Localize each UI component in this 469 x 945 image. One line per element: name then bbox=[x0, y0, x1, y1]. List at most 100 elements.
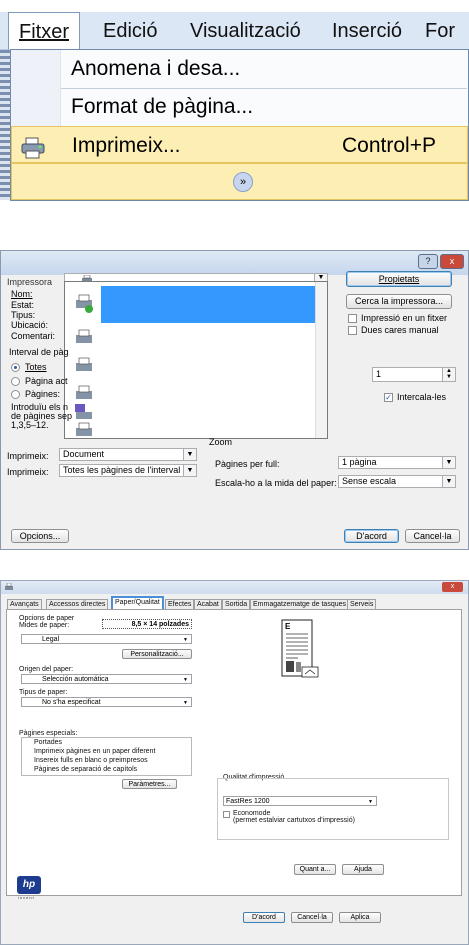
list-item[interactable]: Portades bbox=[34, 739, 62, 746]
chevron-down-icon: ▼ bbox=[368, 799, 373, 805]
scale-select[interactable]: Sense escala ▼ bbox=[338, 475, 456, 488]
range-all-radio[interactable] bbox=[11, 363, 20, 372]
paper-options-label: Opcions de paper bbox=[19, 615, 75, 622]
paper-source-value: Selección automática bbox=[42, 676, 109, 683]
location-label: Ubicació: bbox=[11, 320, 49, 330]
range-current-radio[interactable] bbox=[11, 377, 20, 386]
cancel-button-label: Cancel·la bbox=[413, 531, 452, 541]
chevron-double-down-icon: » bbox=[233, 172, 253, 192]
menu-file[interactable]: Fitxer bbox=[8, 12, 80, 52]
status-label: Estat: bbox=[11, 300, 35, 310]
print-label: Imprimeix: bbox=[7, 467, 49, 477]
zoom-group-label: Zoom bbox=[209, 437, 233, 447]
properties-titlebar: x bbox=[1, 581, 468, 594]
menu-format[interactable]: For bbox=[425, 12, 455, 50]
chevron-down-icon: ▼ bbox=[442, 476, 455, 487]
list-item[interactable]: Imprimeix pàgines en un paper diferent bbox=[34, 748, 155, 755]
menu-view-label: Visualització bbox=[190, 20, 301, 42]
properties-button[interactable]: Propietats bbox=[346, 271, 452, 287]
range-current-label: Pàgina act bbox=[25, 376, 68, 386]
printer-list-scrollbar[interactable] bbox=[315, 282, 327, 438]
printer-list-selected-row[interactable] bbox=[101, 286, 315, 323]
print-quality-select[interactable]: FastRes 1200 ▼ bbox=[223, 796, 377, 806]
menu-insert[interactable]: Inserció bbox=[332, 12, 402, 50]
pages-per-sheet-select[interactable]: 1 pàgina ▼ bbox=[338, 456, 456, 469]
menu-save-as[interactable]: Anomena i desa... bbox=[11, 50, 468, 87]
about-button[interactable]: Quant a... bbox=[294, 864, 336, 875]
paper-source-select[interactable]: Selección automática ▼ bbox=[21, 674, 192, 684]
collate-checkbox[interactable]: ✓ bbox=[384, 393, 393, 402]
custom-size-button[interactable]: Personalització... bbox=[122, 649, 192, 659]
chevron-down-icon: ▼ bbox=[183, 677, 188, 683]
range-all-label: Totes bbox=[25, 362, 47, 372]
range-pages-radio[interactable] bbox=[11, 390, 20, 399]
find-printer-button[interactable]: Cerca la impressora... bbox=[346, 294, 452, 309]
ok-button[interactable]: D'acord bbox=[243, 912, 285, 923]
svg-text:E: E bbox=[285, 622, 291, 631]
list-item[interactable]: Insereix fulls en blanc o preimpresos bbox=[34, 757, 148, 764]
cancel-button[interactable]: Cancel·la bbox=[405, 529, 460, 543]
tab-shortcuts-label: Accessos directes bbox=[49, 601, 106, 608]
chevron-down-icon: ▼ bbox=[442, 457, 455, 468]
list-item[interactable]: Pàgines de separació de capítols bbox=[34, 766, 137, 773]
printer-default-icon bbox=[73, 292, 95, 316]
economode-checkbox[interactable] bbox=[223, 811, 230, 818]
fax-printer-icon bbox=[73, 402, 95, 424]
help-icon: ? bbox=[425, 256, 431, 266]
name-label: Nom: bbox=[11, 289, 33, 299]
printer-icon bbox=[73, 355, 95, 377]
menu-edit[interactable]: Edició bbox=[103, 12, 157, 50]
spinner-icon[interactable]: ▲ ▼ bbox=[442, 368, 455, 381]
print-value: Totes les pàgines de l'interval bbox=[63, 465, 181, 475]
ok-label: D'acord bbox=[252, 914, 276, 921]
paper-size-field[interactable]: 8,5 × 14 polzades bbox=[102, 619, 192, 629]
print-select[interactable]: Totes les pàgines de l'interval ▼ bbox=[59, 464, 197, 477]
paper-type-select[interactable]: Legal ▼ bbox=[21, 634, 192, 644]
paper-kind-select[interactable]: No s'ha especificat ▼ bbox=[21, 697, 192, 707]
ok-button[interactable]: D'acord bbox=[344, 529, 399, 543]
parameters-label: Paràmetres... bbox=[128, 781, 171, 788]
special-pages-list[interactable]: Portades Imprimeix pàgines en un paper d… bbox=[21, 737, 192, 776]
chevron-down-icon: ▼ bbox=[183, 637, 188, 643]
menu-print[interactable]: Imprimeix... Control+P bbox=[11, 126, 468, 163]
properties-button-label: Propietats bbox=[378, 274, 420, 284]
hp-logo-tagline: invent bbox=[18, 895, 35, 900]
print-what-select[interactable]: Document ▼ bbox=[59, 448, 197, 461]
paper-quality-pane: Opcions de paper Mides de paper: 8,5 × 1… bbox=[6, 609, 462, 896]
chevron-down-icon: ▼ bbox=[183, 449, 196, 460]
menu-expand[interactable]: » bbox=[11, 163, 468, 200]
menu-edit-label: Edició bbox=[103, 20, 158, 42]
print-quality-group bbox=[217, 778, 449, 840]
paper-type-value: Legal bbox=[42, 636, 60, 643]
printer-list[interactable] bbox=[64, 281, 328, 439]
menu-file-label: Fitxer bbox=[19, 21, 69, 43]
scale-label: Escala-ho a la mida del paper: bbox=[215, 478, 337, 488]
paper-kind-value: No s'ha especificat bbox=[42, 699, 101, 706]
help-button[interactable]: Ajuda bbox=[342, 864, 384, 875]
paper-size-value: 8,5 × 14 polzades bbox=[131, 621, 189, 628]
manual-duplex-checkbox[interactable] bbox=[348, 326, 357, 335]
options-button[interactable]: Opcions... bbox=[11, 529, 69, 543]
about-label: Quant a... bbox=[299, 866, 331, 873]
copies-input[interactable]: 1 ▲ ▼ bbox=[372, 367, 456, 382]
menu-page-setup[interactable]: Format de pàgina... bbox=[11, 88, 468, 125]
cancel-button[interactable]: Cancel·la bbox=[291, 912, 333, 923]
close-icon: x bbox=[450, 583, 455, 590]
chevron-down-icon: ▼ bbox=[183, 700, 188, 706]
paper-kind-label: Tipus de paper: bbox=[19, 689, 68, 696]
options-button-label: Opcions... bbox=[19, 531, 61, 541]
special-pages-label: Pàgines especials: bbox=[19, 730, 78, 737]
parameters-button[interactable]: Paràmetres... bbox=[122, 779, 177, 789]
print-to-file-checkbox[interactable] bbox=[348, 314, 357, 323]
menu-view[interactable]: Visualització bbox=[190, 12, 301, 50]
hp-logo: hp bbox=[17, 876, 41, 894]
apply-button[interactable]: Aplica bbox=[339, 912, 381, 923]
tab-services-label: Serveis bbox=[350, 601, 374, 608]
pages-per-sheet-value: 1 pàgina bbox=[342, 457, 377, 467]
printer-icon bbox=[73, 327, 95, 349]
copies-value: 1 bbox=[376, 369, 382, 379]
help-button[interactable]: ? bbox=[418, 254, 438, 269]
print-what-label: Imprimeix: bbox=[7, 451, 49, 461]
close-button[interactable]: x bbox=[440, 254, 464, 269]
close-button[interactable]: x bbox=[442, 582, 463, 592]
